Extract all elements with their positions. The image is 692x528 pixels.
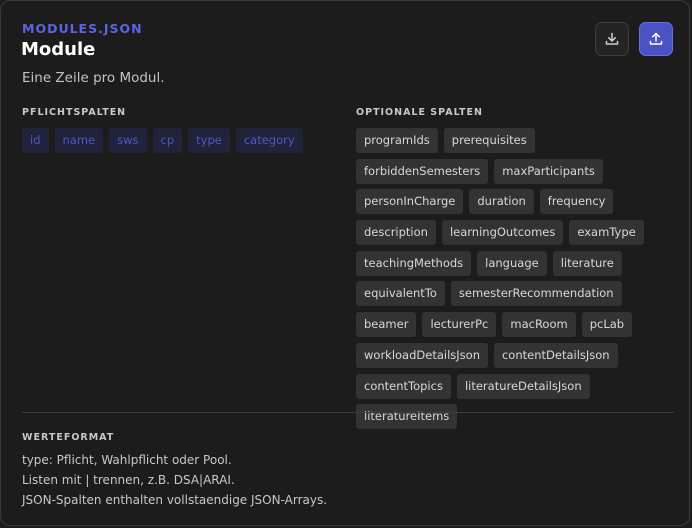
optional-column-chip: literatureDetailsJson <box>456 373 590 399</box>
optional-column-chip: lecturerPc <box>422 312 497 338</box>
required-column-chip: cp <box>152 128 183 153</box>
optional-column-chip: literature <box>552 250 622 276</box>
optional-column-chip: teachingMethods <box>356 250 472 276</box>
optional-column-chip: duration <box>469 189 534 215</box>
download-icon <box>605 32 619 45</box>
optional-column-chip: literatureItems <box>356 404 458 430</box>
optional-column-chip: learningOutcomes <box>441 220 564 246</box>
optional-column-chip: contentTopics <box>356 373 451 399</box>
divider <box>22 412 674 413</box>
required-column-chip: type <box>188 128 230 153</box>
optional-column-chip: description <box>356 220 436 246</box>
optional-column-chip: examType <box>569 220 644 246</box>
required-column-chip: name <box>54 128 104 153</box>
required-column-chip: category <box>235 128 303 153</box>
file-name: MODULES.JSON <box>22 21 143 36</box>
optional-column-chip: frequency <box>539 189 614 215</box>
module-card: MODULES.JSON Module Eine Zeile pro Modul… <box>0 0 690 526</box>
format-line-type: type: Pflicht, Wahlpflicht oder Pool. <box>22 453 232 467</box>
optional-column-chip: equivalentTo <box>356 281 445 307</box>
optional-column-chip: macRoom <box>502 312 576 338</box>
card-title: Module <box>21 39 96 60</box>
optional-column-chip: pcLab <box>581 312 633 338</box>
upload-icon <box>649 32 663 45</box>
required-column-chip: sws <box>109 128 147 153</box>
upload-button[interactable] <box>639 22 673 56</box>
optional-column-chip: personInCharge <box>356 189 464 215</box>
optional-columns-list: programIds prerequisites forbiddenSemester… <box>356 128 676 435</box>
required-column-chip: id <box>22 128 49 153</box>
required-columns-list: id name sws cp type category <box>22 128 322 159</box>
optional-column-chip: language <box>477 250 547 276</box>
required-columns-label: PFLICHTSPALTEN <box>22 107 127 118</box>
optional-column-chip: forbiddenSemesters <box>356 158 489 184</box>
optional-column-chip: maxParticipants <box>494 158 603 184</box>
optional-column-chip: prerequisites <box>443 128 535 153</box>
card-description: Eine Zeile pro Modul. <box>22 70 165 86</box>
value-format-label: WERTEFORMAT <box>22 432 115 443</box>
download-button[interactable] <box>595 22 629 56</box>
optional-column-chip: contentDetailsJson <box>493 342 618 368</box>
format-line-json: JSON-Spalten enthalten vollstaendige JSO… <box>22 493 328 507</box>
optional-column-chip: programIds <box>356 128 438 153</box>
format-line-lists: Listen mit | trennen, z.B. DSA|ARAI. <box>22 473 235 487</box>
optional-columns-label: OPTIONALE SPALTEN <box>356 107 483 118</box>
optional-column-chip: semesterRecommendation <box>450 281 622 307</box>
optional-column-chip: workloadDetailsJson <box>356 342 488 368</box>
optional-column-chip: beamer <box>356 312 417 338</box>
